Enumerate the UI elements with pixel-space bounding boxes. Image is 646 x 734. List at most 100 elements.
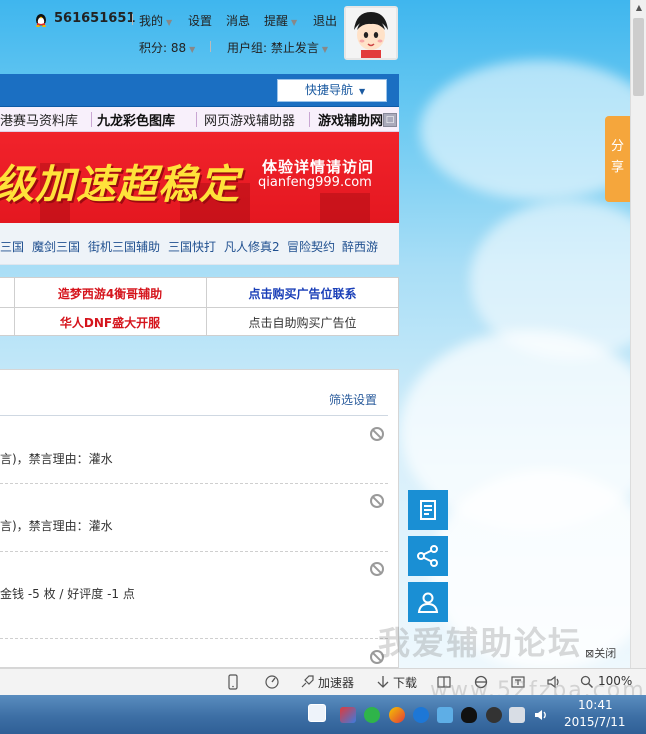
banner-subtitle: 体验详情请访问 bbox=[262, 158, 375, 176]
display-tray-icon[interactable] bbox=[509, 707, 525, 723]
avatar[interactable] bbox=[344, 6, 398, 60]
game-link[interactable]: 三国快打 bbox=[168, 238, 216, 255]
user-group-menu[interactable]: 用户组: 禁止发言 ▼ bbox=[227, 39, 328, 56]
user-icon bbox=[417, 592, 439, 613]
quick-nav-label: 快捷导航 bbox=[305, 83, 354, 97]
collapse-icon[interactable]: □ bbox=[383, 113, 397, 127]
game-link[interactable]: 冒险契约 bbox=[287, 238, 335, 255]
user-toolbar: 561651651 我的 ▼ 设置 消息 提醒 ▼ 退出 积分: 88 ▼ 用户组: … bbox=[0, 0, 400, 60]
friend-link[interactable]: 游戏辅助网 bbox=[318, 110, 383, 129]
ad-link[interactable]: 点击自助购买广告位 bbox=[206, 314, 399, 331]
username[interactable]: 561651651 bbox=[54, 11, 135, 26]
game-links-bar: 三国 魔剑三国 街机三国辅助 三国快打 凡人修真2 冒险契约 醉西游 bbox=[0, 223, 399, 265]
my-menu-link[interactable]: 我的 ▼ bbox=[139, 12, 172, 29]
filter-settings-link[interactable]: 筛选设置 bbox=[329, 391, 377, 408]
user-button[interactable] bbox=[408, 582, 448, 622]
ban-icon[interactable] bbox=[370, 562, 384, 576]
game-link[interactable]: 醉西游 bbox=[342, 238, 378, 255]
divider bbox=[309, 112, 310, 127]
game-link[interactable]: 街机三国辅助 bbox=[88, 238, 160, 255]
friend-links-bar: 港赛马资料库 九龙彩色图库 网页游戏辅助器 游戏辅助网 bbox=[0, 107, 399, 132]
download-arrow-icon[interactable] bbox=[376, 674, 390, 690]
speedometer-icon[interactable] bbox=[264, 674, 280, 690]
accelerator-button[interactable]: 加速器 bbox=[318, 674, 354, 691]
avatar-cartoon-icon bbox=[346, 8, 396, 58]
notice-item: 言)，禁言理由：灌水 bbox=[0, 452, 113, 466]
share-tab-char: 分 bbox=[610, 139, 624, 154]
scroll-up-icon[interactable]: ▲ bbox=[631, 0, 646, 16]
settings-link[interactable]: 设置 bbox=[188, 12, 212, 29]
share-button[interactable] bbox=[408, 536, 448, 576]
close-icon: ⊠ bbox=[585, 647, 595, 660]
game-link[interactable]: 三国 bbox=[0, 238, 24, 255]
volume-icon[interactable] bbox=[533, 707, 549, 723]
notice-item: 金钱 -5 枚 / 好评度 -1 点 bbox=[0, 587, 135, 601]
ban-icon[interactable] bbox=[370, 494, 384, 508]
network-tray-icon[interactable] bbox=[437, 707, 453, 723]
clock-date[interactable]: 2015/7/11 bbox=[564, 715, 626, 729]
ad-link[interactable]: 造梦西游4衡哥辅助 bbox=[14, 285, 206, 302]
chevron-down-icon: ▼ bbox=[359, 87, 366, 96]
colorful-tray-icon[interactable] bbox=[389, 707, 405, 723]
post-button[interactable] bbox=[408, 490, 448, 530]
green-leaf-tray-icon[interactable] bbox=[364, 707, 380, 723]
share-icon bbox=[417, 545, 438, 567]
k-tray-icon[interactable] bbox=[413, 707, 429, 723]
windows-taskbar: 10:41 2015/7/11 bbox=[0, 695, 646, 734]
divider bbox=[0, 551, 388, 552]
banner-url: qianfeng999.com bbox=[258, 175, 372, 190]
ad-link[interactable]: 华人DNF盛大开服 bbox=[14, 314, 206, 331]
share-tab-char: 享 bbox=[610, 160, 624, 175]
forum-watermark: 我爱辅助论坛 bbox=[378, 624, 583, 662]
close-ad-label: 关闭 bbox=[594, 647, 617, 660]
pinwheel-tray-icon[interactable] bbox=[340, 707, 356, 723]
clock-time[interactable]: 10:41 bbox=[578, 698, 613, 712]
chevron-down-icon: ▼ bbox=[291, 18, 298, 27]
friend-link[interactable]: 网页游戏辅助器 bbox=[204, 110, 295, 129]
checkbox-tray-icon[interactable] bbox=[308, 704, 326, 722]
game-link[interactable]: 凡人修真2 bbox=[224, 238, 280, 255]
reminders-label: 提醒 bbox=[264, 14, 289, 28]
ad-link[interactable]: 点击购买广告位联系 bbox=[206, 285, 399, 302]
share-tab[interactable]: 分 享 bbox=[605, 116, 630, 202]
points-menu[interactable]: 积分: 88 ▼ bbox=[139, 39, 195, 56]
chevron-down-icon: ▼ bbox=[189, 45, 196, 54]
divider bbox=[0, 307, 399, 308]
vertical-scrollbar[interactable]: ▲ bbox=[630, 0, 646, 668]
pagoda-decoration bbox=[320, 193, 370, 223]
notice-panel: 筛选设置 言)，禁言理由：灌水 言)，禁言理由：灌水 金钱 -5 枚 / 好评度… bbox=[0, 369, 399, 668]
ban-icon[interactable] bbox=[370, 427, 384, 441]
panda-tray-icon[interactable] bbox=[486, 707, 502, 723]
chevron-down-icon: ▼ bbox=[321, 45, 329, 54]
divider bbox=[196, 112, 197, 127]
mobile-icon[interactable] bbox=[228, 674, 238, 690]
qq-penguin-icon bbox=[36, 14, 46, 27]
close-ad-link[interactable]: ⊠关闭 bbox=[585, 645, 616, 661]
logout-link[interactable]: 退出 bbox=[313, 12, 337, 29]
divider bbox=[91, 112, 92, 127]
points-label: 积分: 88 bbox=[139, 41, 187, 55]
friend-link[interactable]: 港赛马资料库 bbox=[0, 110, 78, 129]
notice-item: 言)，禁言理由：灌水 bbox=[0, 519, 113, 533]
divider bbox=[210, 41, 211, 52]
reminders-link[interactable]: 提醒 ▼ bbox=[264, 12, 297, 29]
divider bbox=[0, 638, 388, 639]
messages-link[interactable]: 消息 bbox=[226, 12, 250, 29]
friend-link[interactable]: 九龙彩色图库 bbox=[97, 110, 175, 129]
ad-banner[interactable]: 级加速超稳定 体验详情请访问 qianfeng999.com bbox=[0, 132, 399, 223]
divider bbox=[0, 415, 388, 416]
game-link[interactable]: 魔剑三国 bbox=[32, 238, 80, 255]
rocket-icon[interactable] bbox=[299, 674, 315, 690]
document-icon bbox=[420, 500, 436, 520]
download-button[interactable]: 下载 bbox=[393, 674, 417, 691]
user-group-label: 用户组: 禁止发言 bbox=[227, 41, 319, 55]
quick-nav-button[interactable]: 快捷导航 ▼ bbox=[277, 79, 387, 102]
banner-headline: 级加速超稳定 bbox=[0, 162, 240, 208]
chevron-down-icon: ▼ bbox=[166, 18, 173, 27]
main-nav-bar: 快捷导航 ▼ bbox=[0, 74, 399, 107]
text-ad-table: 造梦西游4衡哥辅助 点击购买广告位联系 华人DNF盛大开服 点击自助购买广告位 bbox=[0, 277, 399, 336]
scroll-thumb[interactable] bbox=[633, 18, 644, 96]
divider bbox=[132, 14, 133, 25]
qq-tray-icon[interactable] bbox=[461, 707, 477, 723]
my-menu-label: 我的 bbox=[139, 14, 164, 28]
